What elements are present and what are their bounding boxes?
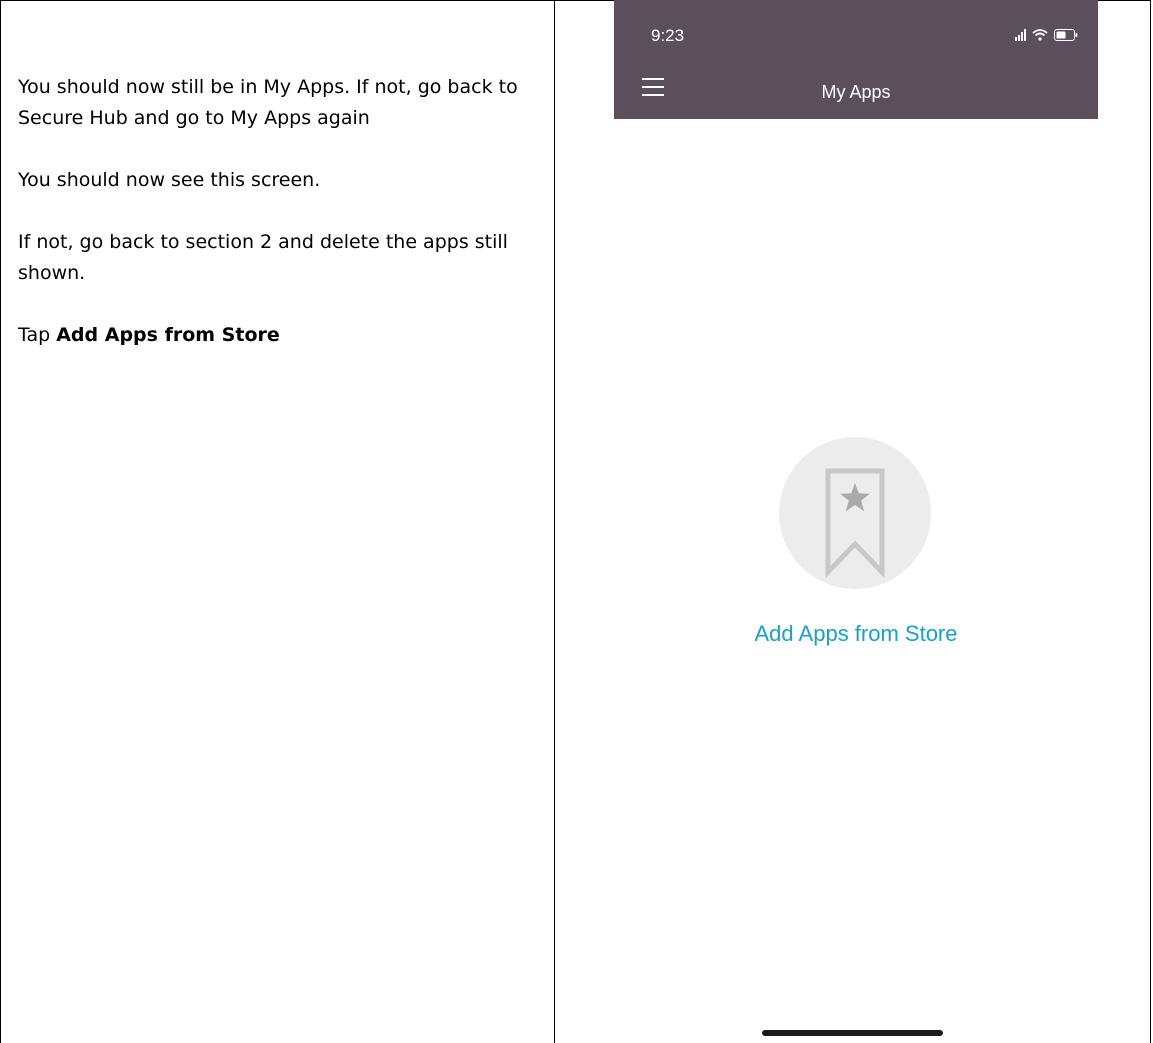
instruction-paragraph-1: You should now still be in My Apps. If n…: [18, 76, 518, 129]
wifi-icon: [1032, 29, 1048, 41]
tap-prefix: Tap: [18, 324, 51, 346]
instruction-tap-step: Tap Add Apps from Store: [18, 320, 538, 351]
add-apps-from-store-link[interactable]: Add Apps from Store: [614, 621, 1098, 647]
column-divider: [554, 0, 555, 1043]
status-icons: [1015, 27, 1078, 41]
tap-target: Add Apps from Store: [56, 324, 280, 346]
cellular-signal-icon: [1015, 29, 1026, 41]
battery-icon: [1054, 29, 1078, 41]
phone-screenshot: 9:23 My Apps Add Apps from Store: [614, 0, 1098, 1043]
status-time: 9:23: [651, 26, 685, 45]
screen-title: My Apps: [821, 82, 891, 102]
instruction-paragraph-2: You should now see this screen.: [18, 169, 321, 191]
bookmark-star-icon: [779, 437, 931, 589]
instruction-paragraph-3: If not, go back to section 2 and delete …: [18, 231, 508, 284]
instruction-text-cell: You should now still be in My Apps. If n…: [18, 72, 538, 382]
app-header: 9:23 My Apps: [614, 0, 1098, 119]
home-indicator[interactable]: [762, 1030, 943, 1036]
